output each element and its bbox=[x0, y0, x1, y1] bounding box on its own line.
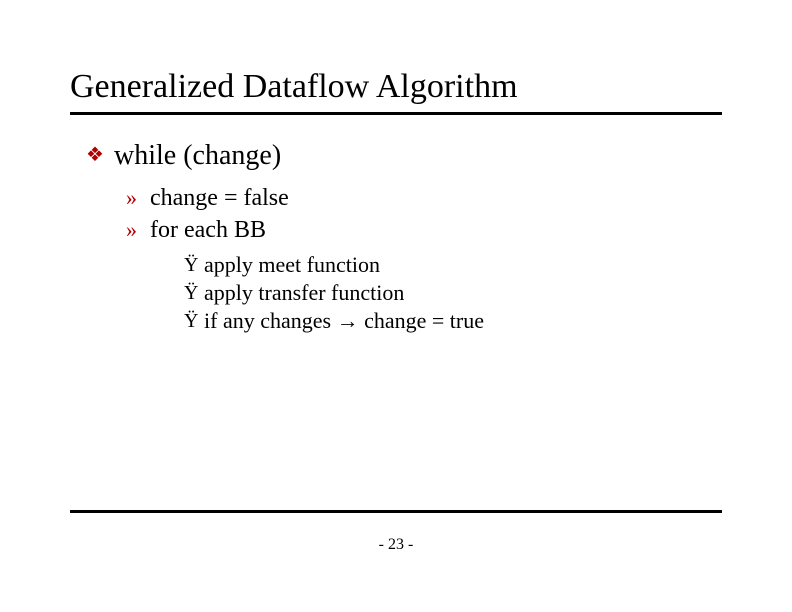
y-bullet-icon: Ÿ bbox=[184, 280, 204, 306]
raquo-bullet-icon: » bbox=[126, 216, 150, 244]
bullet-level2: » change = false bbox=[126, 184, 706, 212]
bullet-level3: Ÿ if any changes → change = true bbox=[184, 308, 706, 334]
bullet-text: change = false bbox=[150, 184, 289, 212]
bullet-level2: » for each BB bbox=[126, 216, 706, 244]
level3-group: Ÿ apply meet function Ÿ apply transfer f… bbox=[184, 252, 706, 334]
bullet-level3: Ÿ apply meet function bbox=[184, 252, 706, 278]
bullet-level1: ❖ while (change) bbox=[86, 140, 706, 172]
footer-rule bbox=[70, 510, 722, 513]
y-bullet-icon: Ÿ bbox=[184, 252, 204, 278]
bullet-text: apply transfer function bbox=[204, 280, 404, 306]
slide: Generalized Dataflow Algorithm ❖ while (… bbox=[0, 0, 792, 612]
diamond-bullet-icon: ❖ bbox=[86, 140, 114, 170]
level2-group: » change = false » for each BB Ÿ apply m… bbox=[126, 184, 706, 334]
title-block: Generalized Dataflow Algorithm bbox=[70, 68, 722, 115]
text-pre: if any changes bbox=[204, 308, 337, 333]
raquo-bullet-icon: » bbox=[126, 184, 150, 212]
slide-content: ❖ while (change) » change = false » for … bbox=[86, 140, 706, 336]
text-post: change = true bbox=[359, 308, 484, 333]
page-number: - 23 - bbox=[0, 536, 792, 554]
bullet-text: while (change) bbox=[114, 140, 281, 172]
title-underline bbox=[70, 112, 722, 115]
slide-title: Generalized Dataflow Algorithm bbox=[70, 68, 722, 106]
arrow-icon: → bbox=[337, 308, 359, 333]
bullet-text: apply meet function bbox=[204, 252, 380, 278]
bullet-text: for each BB bbox=[150, 216, 266, 244]
y-bullet-icon: Ÿ bbox=[184, 308, 204, 334]
bullet-text: if any changes → change = true bbox=[204, 308, 484, 334]
bullet-level3: Ÿ apply transfer function bbox=[184, 280, 706, 306]
